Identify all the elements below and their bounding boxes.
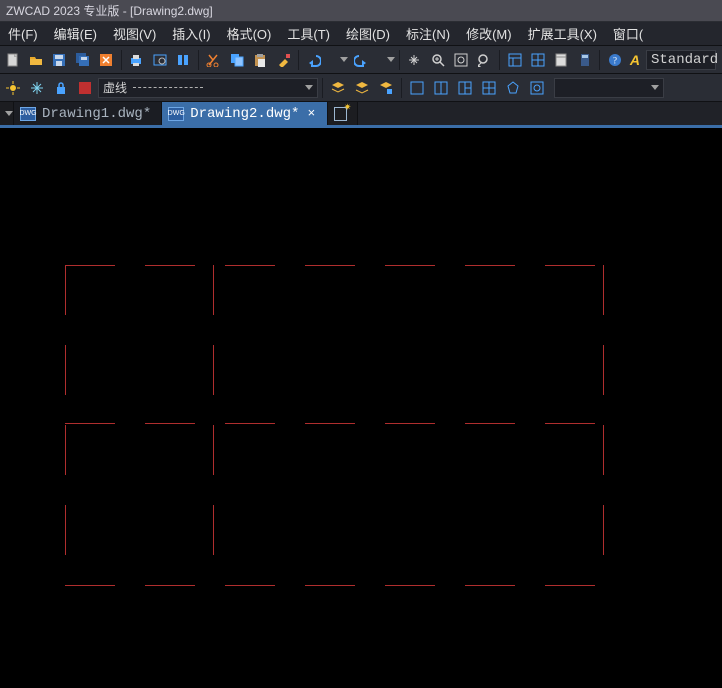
toolbar-separator <box>599 50 600 70</box>
viewport-object-button[interactable] <box>526 77 548 99</box>
help-button[interactable]: ? <box>604 49 625 71</box>
close-tab-button[interactable]: × <box>305 106 317 121</box>
chevron-down-icon <box>651 85 659 90</box>
chevron-down-icon <box>5 111 13 116</box>
menu-draw[interactable]: 绘图(D) <box>338 24 398 43</box>
toolbar-standard: ? A Standard <box>0 46 722 74</box>
toolbar-separator <box>399 50 400 70</box>
open-file-button[interactable] <box>25 49 46 71</box>
drawing-line <box>65 585 603 586</box>
undo-dropdown[interactable] <box>327 49 348 71</box>
design-center-button[interactable] <box>527 49 548 71</box>
new-document-tab[interactable] <box>328 102 358 125</box>
redo-button[interactable] <box>350 49 371 71</box>
menu-tools[interactable]: 工具(T) <box>279 24 338 43</box>
toolbar-separator <box>298 50 299 70</box>
toolbar-separator <box>198 50 199 70</box>
toolbar-layers: 虚线 <box>0 74 722 102</box>
viewport-three-button[interactable] <box>454 77 476 99</box>
menu-dim[interactable]: 标注(N) <box>398 24 458 43</box>
document-tabs: DWG Drawing1.dwg* DWG Drawing2.dwg* × <box>0 102 722 128</box>
save-all-button[interactable] <box>72 49 93 71</box>
cut-button[interactable] <box>203 49 224 71</box>
drawing-line <box>213 265 214 585</box>
layer-lock-icon[interactable] <box>50 77 72 99</box>
toolbar-separator <box>121 50 122 70</box>
drawing-line <box>65 423 603 424</box>
svg-text:?: ? <box>613 55 617 65</box>
publish-button[interactable] <box>172 49 193 71</box>
paste-button[interactable] <box>250 49 271 71</box>
viewport-two-button[interactable] <box>430 77 452 99</box>
drawing-line <box>603 265 604 585</box>
layer-states-button[interactable] <box>375 77 397 99</box>
zoom-window-button[interactable] <box>450 49 471 71</box>
viewport-four-button[interactable] <box>478 77 500 99</box>
properties-button[interactable] <box>504 49 525 71</box>
layer-color-swatch[interactable] <box>74 77 96 99</box>
toolbar-separator <box>322 78 323 98</box>
linetype-preview-icon <box>133 87 203 88</box>
viewport-single-button[interactable] <box>406 77 428 99</box>
toolbar-separator <box>401 78 402 98</box>
copy-button[interactable] <box>226 49 247 71</box>
document-tab-label: Drawing2.dwg* <box>190 106 299 122</box>
tool-palettes-button[interactable] <box>551 49 572 71</box>
chevron-down-icon <box>305 85 313 90</box>
menu-view[interactable]: 视图(V) <box>105 24 164 43</box>
toolbar-separator <box>499 50 500 70</box>
linetype-select[interactable]: 虚线 <box>98 78 318 98</box>
zoom-previous-button[interactable] <box>474 49 495 71</box>
match-properties-button[interactable] <box>273 49 294 71</box>
menu-ext[interactable]: 扩展工具(X) <box>520 24 605 43</box>
layer-manager-button[interactable] <box>327 77 349 99</box>
document-tab-drawing1[interactable]: DWG Drawing1.dwg* <box>14 102 162 125</box>
window-title: ZWCAD 2023 专业版 - [Drawing2.dwg] <box>6 2 213 19</box>
text-style-value: Standard <box>651 52 718 68</box>
print-preview-button[interactable] <box>149 49 170 71</box>
new-file-button[interactable] <box>2 49 23 71</box>
redo-dropdown[interactable] <box>373 49 394 71</box>
new-file-icon <box>334 107 347 121</box>
document-tab-label: Drawing1.dwg* <box>42 106 151 122</box>
dwg-file-icon: DWG <box>168 107 184 121</box>
menu-insert[interactable]: 插入(I) <box>164 24 218 43</box>
menu-bar: 件(F) 编辑(E) 视图(V) 插入(I) 格式(O) 工具(T) 绘图(D)… <box>0 22 722 46</box>
drawing-line <box>65 265 603 266</box>
menu-format[interactable]: 格式(O) <box>219 24 280 43</box>
text-style-select[interactable]: Standard <box>646 50 716 70</box>
dwg-file-icon: DWG <box>20 107 36 121</box>
tab-list-dropdown[interactable] <box>0 102 14 125</box>
menu-window[interactable]: 窗口( <box>605 24 651 43</box>
pan-button[interactable] <box>404 49 425 71</box>
layer-previous-button[interactable] <box>351 77 373 99</box>
menu-file[interactable]: 件(F) <box>0 24 46 43</box>
zoom-realtime-button[interactable] <box>427 49 448 71</box>
menu-edit[interactable]: 编辑(E) <box>46 24 105 43</box>
close-button[interactable] <box>95 49 116 71</box>
text-style-icon: A <box>628 52 642 68</box>
drawing-canvas[interactable] <box>0 128 722 688</box>
viewport-scale-select[interactable] <box>554 78 664 98</box>
linetype-label: 虚线 <box>103 79 127 96</box>
menu-modify[interactable]: 修改(M) <box>458 24 520 43</box>
save-button[interactable] <box>49 49 70 71</box>
drawing-line <box>65 265 66 585</box>
calculator-button[interactable] <box>574 49 595 71</box>
document-tab-drawing2[interactable]: DWG Drawing2.dwg* × <box>162 102 328 125</box>
layer-sun-icon[interactable] <box>2 77 24 99</box>
layer-freeze-icon[interactable] <box>26 77 48 99</box>
title-bar: ZWCAD 2023 专业版 - [Drawing2.dwg] <box>0 0 722 22</box>
print-button[interactable] <box>126 49 147 71</box>
undo-button[interactable] <box>303 49 324 71</box>
viewport-poly-button[interactable] <box>502 77 524 99</box>
